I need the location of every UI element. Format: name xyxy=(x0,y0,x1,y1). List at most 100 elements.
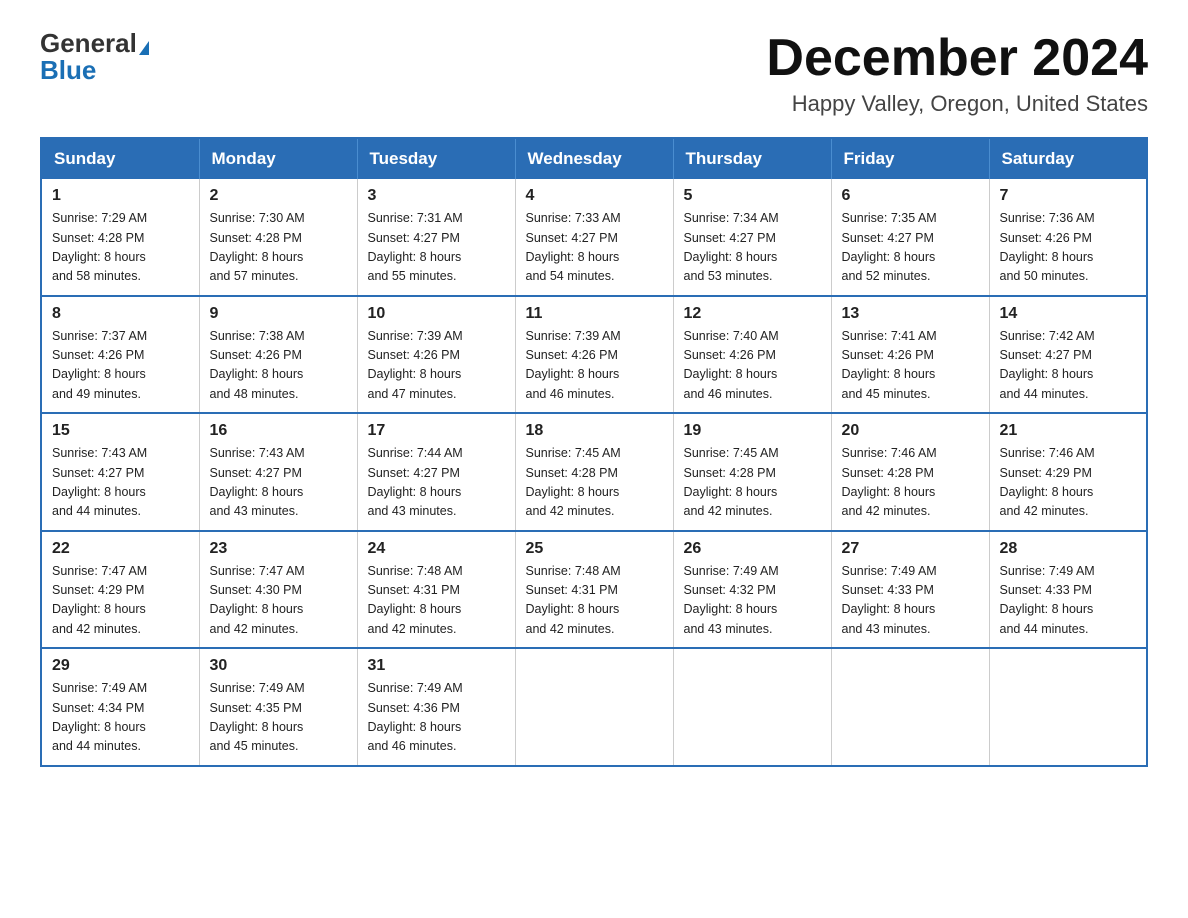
day-info: Sunrise: 7:44 AMSunset: 4:27 PMDaylight:… xyxy=(368,446,463,518)
day-number: 16 xyxy=(210,422,347,440)
day-info: Sunrise: 7:46 AMSunset: 4:29 PMDaylight:… xyxy=(1000,446,1095,518)
day-info: Sunrise: 7:36 AMSunset: 4:26 PMDaylight:… xyxy=(1000,211,1095,283)
col-tuesday: Tuesday xyxy=(357,138,515,179)
day-info: Sunrise: 7:39 AMSunset: 4:26 PMDaylight:… xyxy=(368,329,463,401)
day-info: Sunrise: 7:47 AMSunset: 4:30 PMDaylight:… xyxy=(210,564,305,636)
calendar-table: Sunday Monday Tuesday Wednesday Thursday… xyxy=(40,137,1148,767)
col-sunday: Sunday xyxy=(41,138,199,179)
day-number: 5 xyxy=(684,187,821,205)
calendar-cell: 26 Sunrise: 7:49 AMSunset: 4:32 PMDaylig… xyxy=(673,531,831,649)
day-info: Sunrise: 7:40 AMSunset: 4:26 PMDaylight:… xyxy=(684,329,779,401)
day-number: 15 xyxy=(52,422,189,440)
logo-blue-line: Blue xyxy=(40,57,96,84)
header: General Blue December 2024 Happy Valley,… xyxy=(40,30,1148,117)
day-number: 6 xyxy=(842,187,979,205)
calendar-cell xyxy=(989,648,1147,766)
day-number: 27 xyxy=(842,540,979,558)
calendar-cell: 7 Sunrise: 7:36 AMSunset: 4:26 PMDayligh… xyxy=(989,179,1147,296)
calendar-cell: 11 Sunrise: 7:39 AMSunset: 4:26 PMDaylig… xyxy=(515,296,673,414)
day-info: Sunrise: 7:42 AMSunset: 4:27 PMDaylight:… xyxy=(1000,329,1095,401)
day-number: 10 xyxy=(368,305,505,323)
day-number: 23 xyxy=(210,540,347,558)
logo-blue-text: Blue xyxy=(40,55,96,85)
day-number: 3 xyxy=(368,187,505,205)
calendar-cell: 23 Sunrise: 7:47 AMSunset: 4:30 PMDaylig… xyxy=(199,531,357,649)
calendar-week-row: 15 Sunrise: 7:43 AMSunset: 4:27 PMDaylig… xyxy=(41,413,1147,531)
day-info: Sunrise: 7:49 AMSunset: 4:34 PMDaylight:… xyxy=(52,681,147,753)
calendar-cell: 20 Sunrise: 7:46 AMSunset: 4:28 PMDaylig… xyxy=(831,413,989,531)
logo: General Blue xyxy=(40,30,149,84)
calendar-cell: 31 Sunrise: 7:49 AMSunset: 4:36 PMDaylig… xyxy=(357,648,515,766)
calendar-cell: 10 Sunrise: 7:39 AMSunset: 4:26 PMDaylig… xyxy=(357,296,515,414)
day-info: Sunrise: 7:30 AMSunset: 4:28 PMDaylight:… xyxy=(210,211,305,283)
calendar-week-row: 8 Sunrise: 7:37 AMSunset: 4:26 PMDayligh… xyxy=(41,296,1147,414)
calendar-cell xyxy=(515,648,673,766)
day-info: Sunrise: 7:49 AMSunset: 4:32 PMDaylight:… xyxy=(684,564,779,636)
day-info: Sunrise: 7:46 AMSunset: 4:28 PMDaylight:… xyxy=(842,446,937,518)
col-wednesday: Wednesday xyxy=(515,138,673,179)
day-number: 24 xyxy=(368,540,505,558)
calendar-cell: 9 Sunrise: 7:38 AMSunset: 4:26 PMDayligh… xyxy=(199,296,357,414)
calendar-cell: 12 Sunrise: 7:40 AMSunset: 4:26 PMDaylig… xyxy=(673,296,831,414)
calendar-cell: 21 Sunrise: 7:46 AMSunset: 4:29 PMDaylig… xyxy=(989,413,1147,531)
day-info: Sunrise: 7:48 AMSunset: 4:31 PMDaylight:… xyxy=(368,564,463,636)
day-info: Sunrise: 7:45 AMSunset: 4:28 PMDaylight:… xyxy=(526,446,621,518)
calendar-cell: 15 Sunrise: 7:43 AMSunset: 4:27 PMDaylig… xyxy=(41,413,199,531)
calendar-cell: 24 Sunrise: 7:48 AMSunset: 4:31 PMDaylig… xyxy=(357,531,515,649)
day-number: 1 xyxy=(52,187,189,205)
day-info: Sunrise: 7:49 AMSunset: 4:33 PMDaylight:… xyxy=(842,564,937,636)
calendar-cell: 29 Sunrise: 7:49 AMSunset: 4:34 PMDaylig… xyxy=(41,648,199,766)
calendar-cell: 17 Sunrise: 7:44 AMSunset: 4:27 PMDaylig… xyxy=(357,413,515,531)
day-info: Sunrise: 7:34 AMSunset: 4:27 PMDaylight:… xyxy=(684,211,779,283)
day-number: 12 xyxy=(684,305,821,323)
calendar-cell: 25 Sunrise: 7:48 AMSunset: 4:31 PMDaylig… xyxy=(515,531,673,649)
day-info: Sunrise: 7:38 AMSunset: 4:26 PMDaylight:… xyxy=(210,329,305,401)
day-number: 29 xyxy=(52,657,189,675)
day-number: 14 xyxy=(1000,305,1137,323)
day-number: 20 xyxy=(842,422,979,440)
day-number: 18 xyxy=(526,422,663,440)
day-number: 22 xyxy=(52,540,189,558)
day-info: Sunrise: 7:33 AMSunset: 4:27 PMDaylight:… xyxy=(526,211,621,283)
day-number: 13 xyxy=(842,305,979,323)
day-info: Sunrise: 7:45 AMSunset: 4:28 PMDaylight:… xyxy=(684,446,779,518)
day-info: Sunrise: 7:39 AMSunset: 4:26 PMDaylight:… xyxy=(526,329,621,401)
calendar-cell: 22 Sunrise: 7:47 AMSunset: 4:29 PMDaylig… xyxy=(41,531,199,649)
calendar-cell: 14 Sunrise: 7:42 AMSunset: 4:27 PMDaylig… xyxy=(989,296,1147,414)
day-info: Sunrise: 7:49 AMSunset: 4:35 PMDaylight:… xyxy=(210,681,305,753)
location: Happy Valley, Oregon, United States xyxy=(766,91,1148,117)
logo-general-text: General xyxy=(40,28,137,58)
day-number: 9 xyxy=(210,305,347,323)
day-info: Sunrise: 7:29 AMSunset: 4:28 PMDaylight:… xyxy=(52,211,147,283)
day-info: Sunrise: 7:48 AMSunset: 4:31 PMDaylight:… xyxy=(526,564,621,636)
day-number: 17 xyxy=(368,422,505,440)
day-number: 7 xyxy=(1000,187,1137,205)
calendar-cell: 3 Sunrise: 7:31 AMSunset: 4:27 PMDayligh… xyxy=(357,179,515,296)
col-friday: Friday xyxy=(831,138,989,179)
month-title: December 2024 xyxy=(766,30,1148,87)
day-info: Sunrise: 7:43 AMSunset: 4:27 PMDaylight:… xyxy=(52,446,147,518)
calendar-cell: 13 Sunrise: 7:41 AMSunset: 4:26 PMDaylig… xyxy=(831,296,989,414)
logo-triangle-icon xyxy=(139,41,149,55)
calendar-cell: 1 Sunrise: 7:29 AMSunset: 4:28 PMDayligh… xyxy=(41,179,199,296)
day-number: 26 xyxy=(684,540,821,558)
day-info: Sunrise: 7:41 AMSunset: 4:26 PMDaylight:… xyxy=(842,329,937,401)
day-number: 31 xyxy=(368,657,505,675)
day-info: Sunrise: 7:43 AMSunset: 4:27 PMDaylight:… xyxy=(210,446,305,518)
calendar-week-row: 29 Sunrise: 7:49 AMSunset: 4:34 PMDaylig… xyxy=(41,648,1147,766)
day-number: 4 xyxy=(526,187,663,205)
calendar-week-row: 22 Sunrise: 7:47 AMSunset: 4:29 PMDaylig… xyxy=(41,531,1147,649)
day-number: 11 xyxy=(526,305,663,323)
col-monday: Monday xyxy=(199,138,357,179)
calendar-cell: 30 Sunrise: 7:49 AMSunset: 4:35 PMDaylig… xyxy=(199,648,357,766)
col-thursday: Thursday xyxy=(673,138,831,179)
calendar-cell: 28 Sunrise: 7:49 AMSunset: 4:33 PMDaylig… xyxy=(989,531,1147,649)
calendar-body: 1 Sunrise: 7:29 AMSunset: 4:28 PMDayligh… xyxy=(41,179,1147,766)
title-area: December 2024 Happy Valley, Oregon, Unit… xyxy=(766,30,1148,117)
day-number: 8 xyxy=(52,305,189,323)
calendar-cell xyxy=(673,648,831,766)
calendar-cell: 6 Sunrise: 7:35 AMSunset: 4:27 PMDayligh… xyxy=(831,179,989,296)
day-info: Sunrise: 7:49 AMSunset: 4:33 PMDaylight:… xyxy=(1000,564,1095,636)
header-row: Sunday Monday Tuesday Wednesday Thursday… xyxy=(41,138,1147,179)
calendar-cell: 18 Sunrise: 7:45 AMSunset: 4:28 PMDaylig… xyxy=(515,413,673,531)
